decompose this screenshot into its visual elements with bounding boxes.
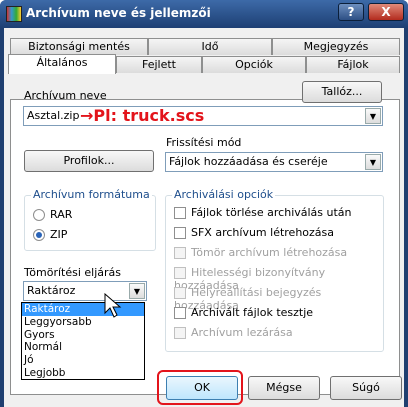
archive-name-value: Asztal.zip [27, 109, 80, 122]
zip-label: ZIP [50, 228, 68, 241]
compression-value: Raktároz [27, 284, 76, 297]
compression-option[interactable]: Raktároz [22, 303, 144, 316]
compression-dropdown-list: Raktároz Leggyorsabb Gyors Normál Jó Legjobb [21, 302, 145, 380]
archive-format-title: Archívum formátuma [31, 188, 152, 201]
title-bar[interactable]: Archívum neve és jellemzői ? X [0, 0, 408, 28]
archive-option-checkbox[interactable]: SFX archívum létrehozása [174, 226, 334, 240]
compression-select[interactable]: Raktároz ▼ [23, 281, 147, 301]
compression-option[interactable]: Gyors [22, 329, 144, 342]
archive-format-group: Archívum formátuma RAR ZIP [24, 188, 156, 251]
checkbox-icon [174, 287, 186, 299]
archive-option-checkbox: Tömör archívum létrehozása [174, 246, 347, 260]
archive-option-checkbox: Hitelességi bizonyítvány hozzáadása [174, 266, 383, 292]
help-button[interactable]: Súgó [330, 376, 402, 400]
archive-option-checkbox: Archívum lezárása [174, 326, 293, 340]
archive-options-title: Archiválási opciók [172, 188, 276, 201]
archive-option-label: Archivált fájlok tesztje [191, 306, 314, 319]
annotation-highlight-box [157, 370, 243, 405]
tab-options[interactable]: Opciók [202, 56, 306, 73]
tab-backup[interactable]: Biztonsági mentés [10, 38, 148, 55]
annotation-text: →Pl: truck.scs [80, 106, 205, 125]
archive-option-checkbox[interactable]: Fájlok törlése archiválás után [174, 206, 352, 220]
chevron-down-icon[interactable]: ▼ [365, 108, 381, 124]
update-mode-value: Fájlok hozzáadása és cseréje [169, 155, 328, 168]
tab-files[interactable]: Fájlok [306, 56, 400, 73]
compression-label: Tömörítési eljárás [24, 266, 122, 279]
checkbox-icon [174, 227, 186, 239]
rar-label: RAR [50, 208, 73, 221]
mouse-cursor-icon [104, 293, 122, 318]
checkbox-icon [174, 267, 186, 279]
radio-button-selected-icon [33, 229, 45, 241]
help-title-button[interactable]: ? [338, 3, 364, 21]
archive-options-group: Archiválási opciók Fájlok törlése archiv… [165, 188, 384, 352]
archive-option-label: Fájlok törlése archiválás után [191, 206, 352, 219]
checkbox-icon [174, 247, 186, 259]
update-mode-select[interactable]: Fájlok hozzáadása és cseréje ▼ [165, 152, 383, 172]
tab-general[interactable]: Általános [8, 54, 116, 74]
chevron-down-icon[interactable]: ▼ [365, 154, 381, 170]
browse-button[interactable]: Tallóz... [302, 81, 382, 103]
cancel-button[interactable]: Mégse [248, 376, 320, 400]
rar-radio[interactable]: RAR [33, 208, 72, 222]
update-mode-label: Frissítési mód [166, 136, 242, 149]
archive-option-checkbox: Helyreállítási bejegyzés hozzáadása [174, 286, 383, 312]
checkbox-icon [174, 207, 186, 219]
window-title: Archívum neve és jellemzői [26, 6, 211, 20]
chevron-down-icon[interactable]: ▼ [129, 283, 145, 299]
compression-option[interactable]: Legjobb [22, 367, 144, 380]
archive-name-label: Archívum neve [24, 89, 107, 102]
radio-button-icon [33, 209, 45, 221]
archive-option-checkbox[interactable]: Archivált fájlok tesztje [174, 306, 313, 320]
archive-option-label: Tömör archívum létrehozása [191, 246, 348, 259]
checkbox-icon [174, 327, 186, 339]
tab-comment[interactable]: Megjegyzés [272, 38, 400, 55]
winrar-app-icon [6, 6, 22, 22]
archive-option-label: Archívum lezárása [191, 326, 293, 339]
close-button[interactable]: X [368, 3, 404, 21]
compression-option[interactable]: Leggyorsabb [22, 316, 144, 329]
archive-option-label: SFX archívum létrehozása [191, 226, 335, 239]
tab-time[interactable]: Idő [148, 38, 272, 55]
profiles-button[interactable]: Profilok... [24, 150, 154, 172]
zip-radio[interactable]: ZIP [33, 228, 67, 242]
checkbox-icon [174, 307, 186, 319]
compression-option[interactable]: Jó [22, 354, 144, 367]
tab-advanced[interactable]: Fejlett [116, 56, 202, 73]
compression-option[interactable]: Normál [22, 341, 144, 354]
